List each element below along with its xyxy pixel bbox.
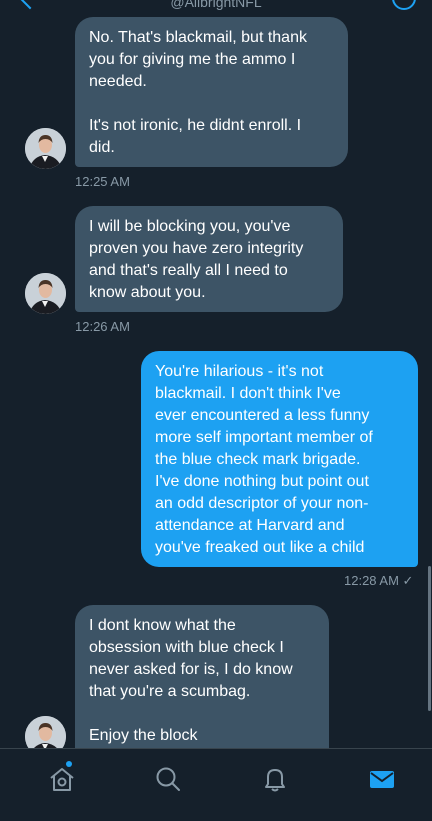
search-icon	[156, 767, 180, 791]
avatar[interactable]	[25, 128, 66, 169]
message-timestamp: 12:26 AM	[75, 319, 130, 334]
message-bubble-outgoing[interactable]: You're hilarious - it's not blackmail. I…	[141, 351, 418, 567]
notifications-icon	[265, 769, 285, 792]
new-tweets-indicator	[66, 761, 72, 767]
message-bubble-incoming[interactable]: No. That's blackmail, but thank you for …	[75, 17, 348, 167]
conversation-thread: No. That's blackmail, but thank you for …	[0, 0, 432, 748]
conversation-handle[interactable]: @AllbrightNFL	[0, 0, 432, 10]
scrollbar[interactable]	[428, 566, 431, 711]
conversation-header: @AllbrightNFL	[0, 0, 432, 12]
message-timestamp: 12:28 AM ✓	[344, 573, 414, 588]
tab-notifications[interactable]	[259, 763, 291, 795]
message-timestamp: 12:25 AM	[75, 174, 130, 189]
message-bubble-incoming[interactable]: I will be blocking you, you've proven yo…	[75, 206, 343, 312]
avatar[interactable]	[25, 273, 66, 314]
message-bubble-incoming[interactable]: I dont know what the obsession with blue…	[75, 605, 329, 748]
avatar[interactable]	[25, 716, 66, 748]
tab-home[interactable]	[46, 761, 78, 795]
tab-messages[interactable]	[366, 763, 398, 795]
messages-icon	[370, 771, 394, 788]
bottom-tab-bar	[0, 748, 432, 821]
tab-search[interactable]	[152, 763, 184, 795]
home-icon	[50, 768, 74, 791]
